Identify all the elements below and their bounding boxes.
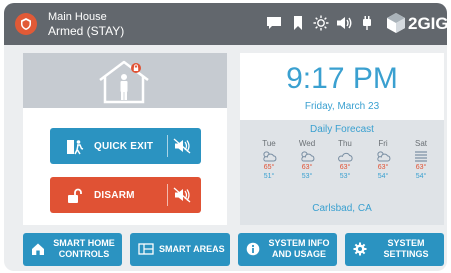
forecast-day-name: Sat (414, 139, 427, 148)
volume-icon[interactable] (336, 15, 352, 31)
forecast-day: Wed 63° 53° (288, 139, 326, 181)
panel-screen: Main House Armed (STAY) 2GIG QUICK EXIT … (4, 3, 447, 271)
exit-door-icon (67, 140, 84, 155)
smart-home-controls-button[interactable]: SMART HOME CONTROLS (23, 233, 122, 266)
smart-areas-label: SMART AREAS (159, 244, 225, 254)
forecast-day: Tue 65° 51° (250, 139, 288, 181)
unlock-icon (68, 188, 82, 203)
home-status-area (23, 53, 227, 108)
forecast-day: Fri 63° 54° (364, 139, 402, 181)
smart-areas-button[interactable]: SMART AREAS (130, 233, 230, 266)
label-line: AND USAGE (271, 249, 326, 259)
smart-home-label: SMART HOME CONTROLS (49, 238, 119, 260)
info-icon (246, 242, 260, 256)
label-line: CONTROLS (58, 249, 110, 259)
forecast-high: 63° (339, 164, 351, 171)
forecast-high: 65° (263, 164, 275, 171)
forecast-day-name: Thu (338, 139, 352, 148)
house-name: Main House (48, 11, 107, 23)
quick-exit-button[interactable]: QUICK EXIT (50, 128, 201, 164)
gear-icon (353, 242, 367, 256)
clock-date: Friday, March 23 (304, 101, 380, 112)
quick-exit-label: QUICK EXIT (94, 141, 154, 152)
forecast-high: 63° (415, 164, 427, 171)
system-settings-button[interactable]: SYSTEM SETTINGS (345, 233, 444, 266)
partly-cloudy-icon (301, 151, 315, 162)
bookmark-icon[interactable] (290, 15, 306, 31)
disarm-label: DISARM (94, 190, 135, 201)
mute-icon[interactable] (173, 187, 191, 203)
areas-grid-icon (138, 243, 154, 255)
brand-name: 2GIG (408, 14, 447, 33)
forecast-high: 63° (377, 164, 389, 171)
message-icon[interactable] (266, 15, 282, 31)
forecast-low: 53° (301, 173, 313, 180)
forecast-low: 53° (339, 173, 351, 180)
divider (167, 135, 168, 157)
partly-cloudy-icon (263, 151, 277, 162)
forecast-city: Carlsbad, CA (312, 203, 372, 214)
weather-forecast[interactable]: Daily Forecast Tue 65° 51° Wed 63° 53° T… (240, 120, 444, 225)
forecast-low: 54° (415, 173, 427, 180)
disarm-button[interactable]: DISARM (50, 177, 201, 213)
forecast-low: 51° (263, 173, 275, 180)
home-icon (32, 243, 44, 255)
brightness-icon[interactable] (313, 15, 329, 31)
forecast-day-name: Tue (262, 139, 276, 148)
brand-logo: 2GIG (386, 12, 447, 36)
clock-time: 9:17 PM (286, 62, 398, 95)
system-info-label: SYSTEM INFO AND USAGE (264, 238, 334, 260)
clock-weather-panel[interactable]: 9:17 PM Friday, March 23 Daily Forecast … (240, 53, 444, 225)
alarm-badge-icon[interactable] (15, 13, 37, 35)
system-settings-label: SYSTEM SETTINGS (371, 238, 441, 260)
divider (167, 184, 168, 206)
partly-cloudy-icon (377, 151, 391, 162)
brand-cube-icon (387, 13, 405, 33)
power-plug-icon[interactable] (359, 15, 375, 31)
status-header: Main House Armed (STAY) 2GIG (4, 3, 447, 45)
forecast-day: Sat 63° 54° (402, 139, 440, 181)
forecast-day: Thu 63° 53° (326, 139, 364, 181)
forecast-high: 63° (301, 164, 313, 171)
fog-icon (415, 151, 427, 162)
system-info-button[interactable]: SYSTEM INFO AND USAGE (238, 233, 337, 266)
cloudy-icon (338, 152, 353, 162)
house-person-icon[interactable] (94, 57, 154, 105)
label-line: SMART HOME (53, 238, 115, 248)
forecast-title: Daily Forecast (310, 124, 374, 135)
mute-icon[interactable] (173, 138, 191, 154)
security-panel: QUICK EXIT DISARM (23, 53, 227, 225)
forecast-day-name: Fri (378, 139, 388, 148)
forecast-day-name: Wed (298, 139, 316, 148)
arm-status: Armed (STAY) (48, 24, 125, 38)
label-line: SETTINGS (383, 249, 429, 259)
label-line: SYSTEM (387, 238, 425, 248)
forecast-low: 54° (377, 173, 389, 180)
label-line: SYSTEM INFO (268, 238, 330, 248)
